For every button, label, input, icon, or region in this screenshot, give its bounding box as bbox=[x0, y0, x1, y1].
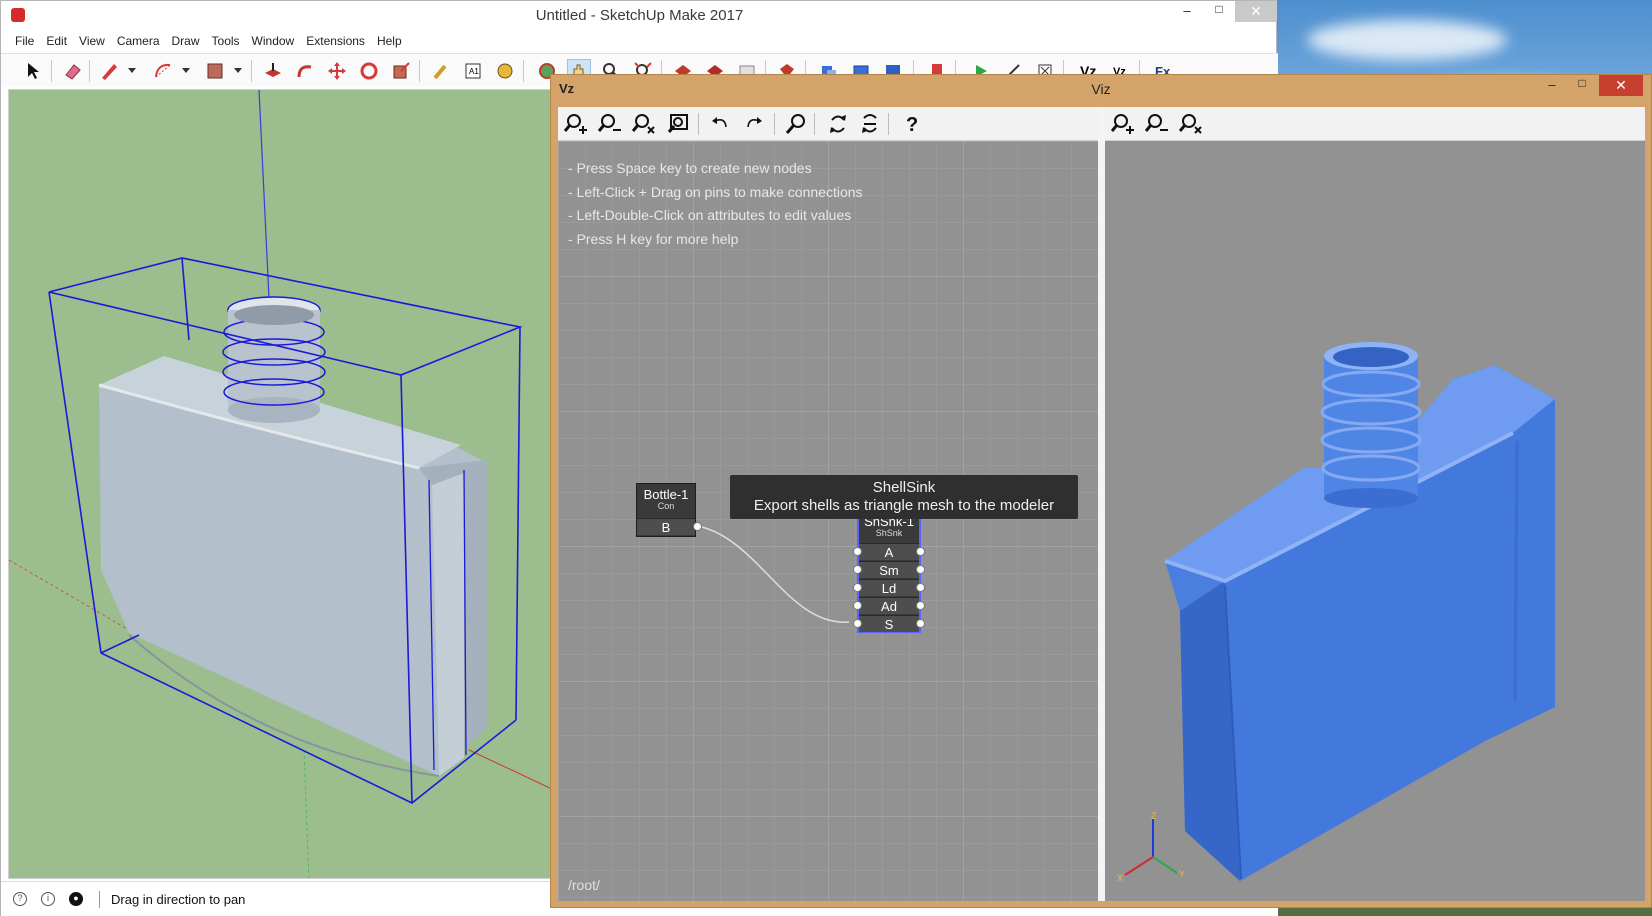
3d-preview-panel[interactable]: Z X Y bbox=[1105, 107, 1645, 901]
chevron-down-icon[interactable] bbox=[182, 68, 190, 73]
menu-camera[interactable]: Camera bbox=[111, 31, 166, 51]
viz-maximize-button[interactable]: □ bbox=[1567, 76, 1597, 98]
arc-tool-icon[interactable] bbox=[151, 59, 175, 83]
user-account-icon[interactable]: ● bbox=[69, 892, 83, 906]
minimize-button[interactable]: – bbox=[1171, 3, 1203, 24]
axis-x-label: X bbox=[1117, 873, 1123, 883]
output-pin-dot[interactable] bbox=[916, 601, 925, 610]
tape-measure-tool-icon[interactable] bbox=[429, 59, 453, 83]
pin-ad[interactable]: Ad bbox=[859, 597, 919, 614]
node-bottle[interactable]: Bottle-1 Con B bbox=[636, 483, 702, 537]
follow-me-tool-icon[interactable] bbox=[293, 59, 317, 83]
pin-a[interactable]: A bbox=[859, 543, 919, 560]
zoom-in-icon[interactable] bbox=[1109, 111, 1137, 137]
menu-extensions[interactable]: Extensions bbox=[300, 31, 371, 51]
output-pin-dot[interactable] bbox=[916, 565, 925, 574]
graph-path: /root/ bbox=[568, 877, 600, 893]
pencil-tool-icon[interactable] bbox=[97, 59, 121, 83]
chevron-down-icon[interactable] bbox=[234, 68, 242, 73]
grey-bottle-model bbox=[9, 90, 552, 878]
output-pin-dot[interactable] bbox=[916, 583, 925, 592]
tooltip-title: ShellSink bbox=[872, 479, 936, 496]
pin-s[interactable]: S bbox=[859, 615, 919, 632]
output-pin-dot[interactable] bbox=[916, 547, 925, 556]
node-shellsink[interactable]: ShSnk-1 ShSnk A Sm Ld Ad S bbox=[853, 509, 925, 633]
input-pin-dot[interactable] bbox=[853, 583, 862, 592]
node-type: Con bbox=[657, 501, 675, 511]
credits-icon[interactable]: i bbox=[41, 892, 55, 906]
preview-toolbar bbox=[1105, 107, 1645, 141]
paint-bucket-tool-icon[interactable] bbox=[493, 59, 517, 83]
rectangle-tool-icon[interactable] bbox=[203, 59, 227, 83]
tooltip-text: Export shells as triangle mesh to the mo… bbox=[753, 497, 1055, 514]
viz-minimize-button[interactable]: – bbox=[1537, 77, 1567, 99]
viz-titlebar: Vz Viz – □ ✕ bbox=[551, 75, 1651, 103]
text-tool-icon[interactable]: A1 bbox=[461, 59, 485, 83]
viz-window: Vz Viz – □ ✕ ? - Press Space key to crea… bbox=[550, 74, 1652, 908]
output-pin-dot[interactable] bbox=[693, 522, 702, 531]
panel-splitter[interactable] bbox=[1098, 107, 1105, 901]
close-button[interactable]: ✕ bbox=[1235, 1, 1277, 22]
menu-window[interactable]: Window bbox=[246, 31, 301, 51]
axis-gizmo: Z X Y bbox=[1117, 811, 1185, 883]
pin-ld[interactable]: Ld bbox=[859, 579, 919, 596]
blue-bottle-render bbox=[1164, 342, 1555, 881]
menu-edit[interactable]: Edit bbox=[40, 31, 73, 51]
menu-help[interactable]: Help bbox=[371, 31, 408, 51]
svg-text:A1: A1 bbox=[469, 67, 479, 76]
maximize-button[interactable]: □ bbox=[1203, 2, 1235, 23]
node-title: Bottle-1 bbox=[643, 487, 689, 502]
rotate-tool-icon[interactable] bbox=[357, 59, 381, 83]
input-pin-dot[interactable] bbox=[853, 601, 862, 610]
node-graph-panel[interactable]: ? - Press Space key to create new nodes … bbox=[558, 107, 1098, 901]
menu-tools[interactable]: Tools bbox=[206, 31, 246, 51]
scale-tool-icon[interactable] bbox=[389, 59, 413, 83]
window-title: Untitled - SketchUp Make 2017 bbox=[535, 7, 744, 24]
pin-sm[interactable]: Sm bbox=[859, 561, 919, 578]
model-viewport[interactable] bbox=[8, 89, 553, 879]
output-pin-dot[interactable] bbox=[916, 619, 925, 628]
axis-y-label: Y bbox=[1179, 869, 1185, 879]
menu-draw[interactable]: Draw bbox=[166, 31, 206, 51]
menu-view[interactable]: View bbox=[73, 31, 111, 51]
node-type: ShSnk bbox=[875, 528, 903, 538]
node-tooltip: ShellSink Export shells as triangle mesh… bbox=[730, 475, 1078, 519]
menu-file[interactable]: File bbox=[9, 31, 40, 51]
input-pin-dot[interactable] bbox=[853, 619, 862, 628]
eraser-tool-icon[interactable] bbox=[61, 59, 85, 83]
zoom-out-icon[interactable] bbox=[1143, 111, 1171, 137]
sketchup-titlebar: Untitled - SketchUp Make 2017 – □ ✕ bbox=[1, 1, 1278, 31]
push-pull-tool-icon[interactable] bbox=[261, 59, 285, 83]
geo-location-icon[interactable]: ? bbox=[13, 892, 27, 906]
zoom-reset-icon[interactable] bbox=[1177, 111, 1205, 137]
viz-close-button[interactable]: ✕ bbox=[1599, 75, 1643, 96]
input-pin-dot[interactable] bbox=[853, 565, 862, 574]
move-tool-icon[interactable] bbox=[325, 59, 349, 83]
select-tool-icon[interactable] bbox=[21, 59, 45, 83]
status-text: Drag in direction to pan bbox=[111, 892, 246, 907]
viz-window-title: Viz bbox=[1091, 81, 1111, 97]
menu-bar: File Edit View Camera Draw Tools Window … bbox=[1, 31, 1278, 51]
input-pin-dot[interactable] bbox=[853, 547, 862, 556]
chevron-down-icon[interactable] bbox=[128, 68, 136, 73]
pin-b[interactable]: B bbox=[637, 518, 695, 535]
axis-z-label: Z bbox=[1151, 811, 1157, 821]
